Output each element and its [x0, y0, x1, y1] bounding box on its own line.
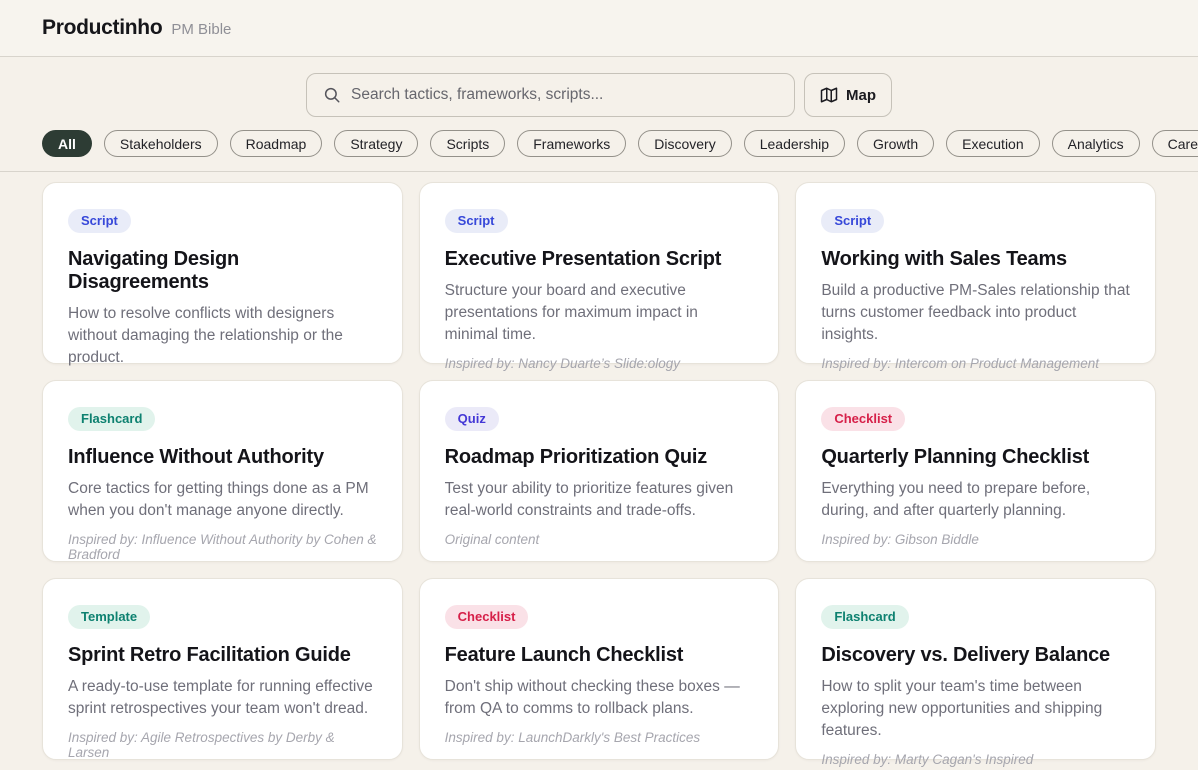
card-navigating-design-disagreements[interactable]: Script Navigating Design Disagreements H…	[42, 182, 403, 364]
card-inspired-by: Inspired by: LaunchDarkly's Best Practic…	[445, 720, 754, 745]
filter-pill-all[interactable]: All	[42, 130, 92, 157]
card-executive-presentation-script[interactable]: Script Executive Presentation Script Str…	[419, 182, 780, 364]
card-title: Influence Without Authority	[68, 446, 377, 469]
search-icon	[323, 86, 341, 104]
card-title: Feature Launch Checklist	[445, 644, 754, 667]
map-button-label: Map	[846, 87, 876, 104]
filter-pill-stakeholders[interactable]: Stakeholders	[104, 130, 218, 157]
card-title: Working with Sales Teams	[821, 248, 1130, 271]
card-inspired-by: Inspired by: Influence Without Authority…	[68, 522, 377, 562]
filter-pill-leadership[interactable]: Leadership	[744, 130, 845, 157]
card-influence-without-authority[interactable]: Flashcard Influence Without Authority Co…	[42, 380, 403, 562]
card-title: Navigating Design Disagreements	[68, 248, 377, 294]
card-type-badge: Flashcard	[821, 605, 908, 629]
filter-pill-career[interactable]: Career	[1152, 130, 1198, 157]
card-inspired-by: Original content	[445, 522, 754, 547]
map-icon	[820, 86, 838, 104]
card-inspired-by: Inspired by: Agile Retrospectives by Der…	[68, 720, 377, 760]
card-description: Build a productive PM-Sales relationship…	[821, 280, 1130, 346]
card-inspired-by: Inspired by: Marty Cagan's Inspired	[821, 742, 1130, 767]
search-filter-section: Map All Stakeholders Roadmap Strategy Script…	[0, 73, 1198, 172]
card-roadmap-prioritization-quiz[interactable]: Quiz Roadmap Prioritization Quiz Test yo…	[419, 380, 780, 562]
filter-pill-strategy[interactable]: Strategy	[334, 130, 418, 157]
card-title: Executive Presentation Script	[445, 248, 754, 271]
card-type-badge: Script	[68, 209, 131, 233]
brand-logo[interactable]: Productinho PM Bible	[42, 16, 231, 40]
filter-bar: All Stakeholders Roadmap Strategy Scripts Fra…	[42, 130, 1156, 157]
filter-pill-discovery[interactable]: Discovery	[638, 130, 731, 157]
card-description: Structure your board and executive prese…	[445, 280, 754, 346]
card-title: Quarterly Planning Checklist	[821, 446, 1130, 469]
card-quarterly-planning-checklist[interactable]: Checklist Quarterly Planning Checklist E…	[795, 380, 1156, 562]
card-inspired-by: Inspired by: Intercom on Product Managem…	[821, 346, 1130, 371]
filter-pill-growth[interactable]: Growth	[857, 130, 934, 157]
card-type-badge: Script	[445, 209, 508, 233]
card-sprint-retro-facilitation-guide[interactable]: Template Sprint Retro Facilitation Guide…	[42, 578, 403, 760]
card-type-badge: Template	[68, 605, 150, 629]
card-description: Everything you need to prepare before, d…	[821, 478, 1130, 522]
card-type-badge: Checklist	[821, 407, 905, 431]
filter-pill-frameworks[interactable]: Frameworks	[517, 130, 626, 157]
card-discovery-vs-delivery-balance[interactable]: Flashcard Discovery vs. Delivery Balance…	[795, 578, 1156, 760]
card-inspired-by: Inspired by: Nancy Duarte’s Slide:ology	[445, 346, 754, 371]
card-title: Sprint Retro Facilitation Guide	[68, 644, 377, 667]
filter-pill-scripts[interactable]: Scripts	[430, 130, 505, 157]
card-description: Core tactics for getting things done as …	[68, 478, 377, 522]
top-bar: Productinho PM Bible	[0, 0, 1198, 57]
card-description: How to resolve conflicts with designers …	[68, 303, 377, 369]
card-type-badge: Script	[821, 209, 884, 233]
card-type-badge: Flashcard	[68, 407, 155, 431]
brand-name: Productinho	[42, 16, 162, 40]
card-working-with-sales-teams[interactable]: Script Working with Sales Teams Build a …	[795, 182, 1156, 364]
search-box[interactable]	[306, 73, 795, 117]
search-row: Map	[0, 73, 1198, 117]
card-title: Roadmap Prioritization Quiz	[445, 446, 754, 469]
search-input[interactable]	[351, 86, 778, 104]
filter-pill-analytics[interactable]: Analytics	[1052, 130, 1140, 157]
brand-subtitle: PM Bible	[171, 21, 231, 38]
card-grid: Script Navigating Design Disagreements H…	[42, 182, 1156, 760]
card-type-badge: Checklist	[445, 605, 529, 629]
card-type-badge: Quiz	[445, 407, 499, 431]
filter-pill-execution[interactable]: Execution	[946, 130, 1039, 157]
map-button[interactable]: Map	[804, 73, 892, 117]
card-inspired-by: Inspired by: Gibson Biddle	[821, 522, 1130, 547]
card-description: Test your ability to prioritize features…	[445, 478, 754, 522]
card-description: Don't ship without checking these boxes …	[445, 676, 754, 720]
card-title: Discovery vs. Delivery Balance	[821, 644, 1130, 667]
card-description: A ready-to-use template for running effe…	[68, 676, 377, 720]
card-feature-launch-checklist[interactable]: Checklist Feature Launch Checklist Don't…	[419, 578, 780, 760]
filter-pill-roadmap[interactable]: Roadmap	[230, 130, 323, 157]
card-description: How to split your team's time between ex…	[821, 676, 1130, 742]
